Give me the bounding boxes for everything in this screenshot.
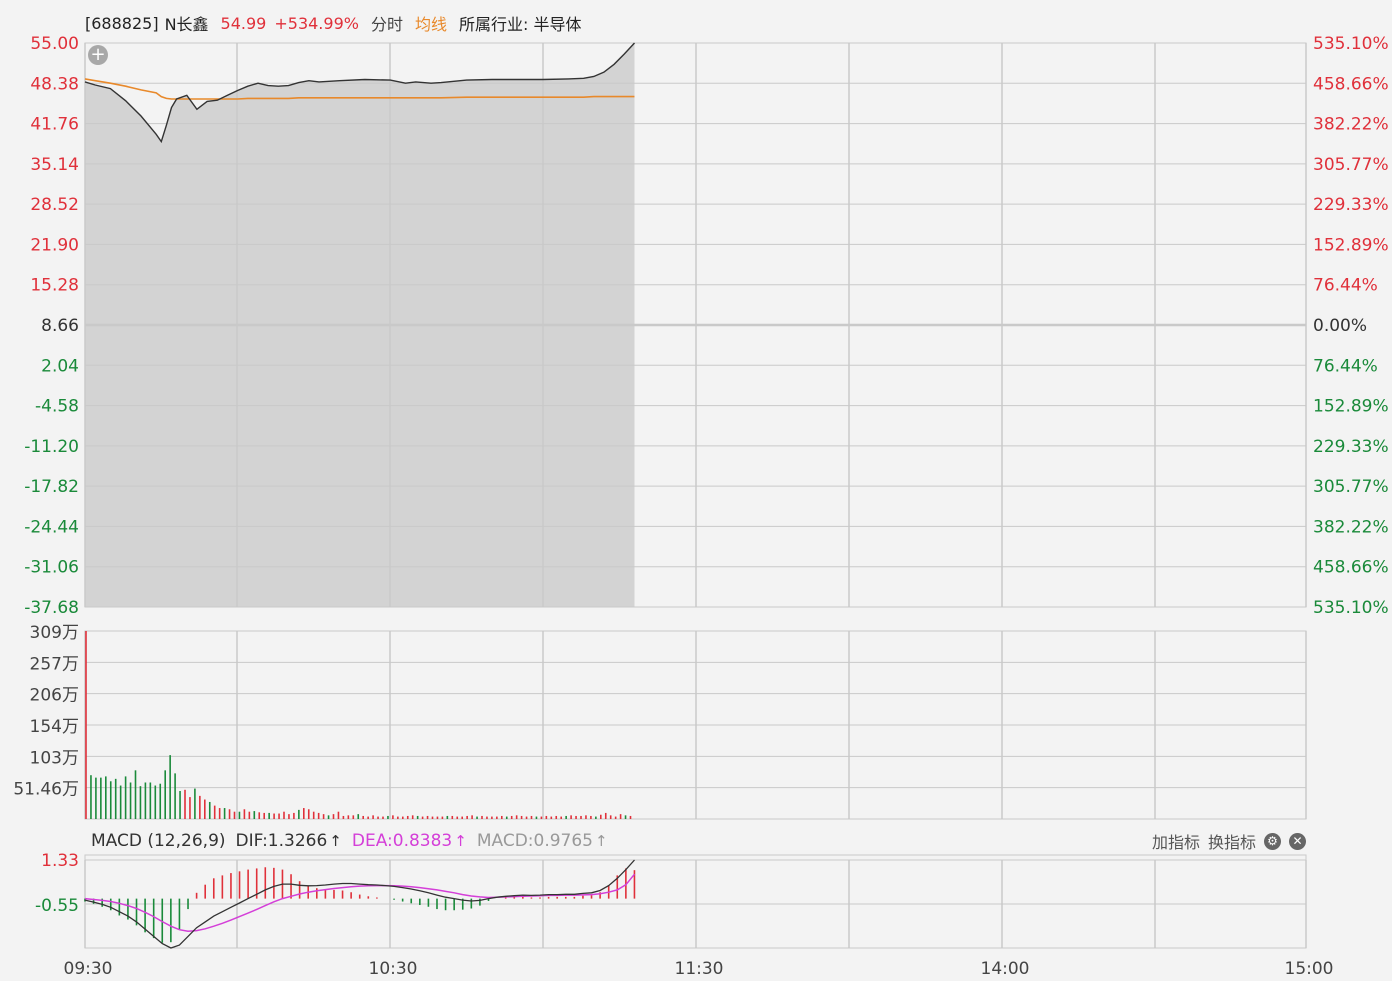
macd-up-arrow: ↑	[595, 832, 608, 850]
avg-line-toggle[interactable]: 均线	[415, 11, 447, 35]
dea-up-arrow: ↑	[454, 832, 467, 850]
chart-header: [688825] N长鑫 54.99 +534.99% 分时 均线 所属行业: …	[85, 11, 581, 35]
macd-title: MACD (12,26,9)	[91, 831, 226, 851]
price-tick-label: 21.90	[30, 235, 79, 255]
indicator-tools: 加指标 换指标 ⚙ ✕	[1152, 829, 1306, 853]
price-tick-label: 55.00	[30, 34, 79, 54]
price-tick-label: -4.58	[35, 397, 79, 417]
volume-tick-label: 206万	[30, 686, 79, 706]
price-tick-label: 8.66	[41, 316, 79, 336]
volume-tick-label: 103万	[30, 748, 79, 768]
gear-icon[interactable]: ⚙	[1264, 832, 1281, 850]
pct-tick-label: 535.10%	[1313, 34, 1389, 54]
dea-text: DEA:0.8383	[351, 831, 453, 851]
close-icon[interactable]: ✕	[1289, 832, 1306, 850]
price-tick-label: 15.28	[30, 276, 79, 296]
time-tick-label: 10:30	[369, 959, 418, 979]
chart-stage: 55.00 48.38 41.76 35.14 28.52 21.90 15.28 8.66 2…	[0, 0, 1392, 981]
macd-value: MACD:0.9765 ↑	[477, 831, 608, 851]
last-price: 54.99	[220, 13, 267, 33]
time-tick-label: 14:00	[981, 959, 1030, 979]
pct-tick-label: 305.77%	[1313, 155, 1389, 175]
price-tick-label: -31.06	[24, 558, 79, 578]
pct-tick-label: 76.44%	[1313, 276, 1378, 296]
macd-tick-label: 1.33	[41, 851, 79, 871]
timeshare-tab[interactable]: 分时	[371, 11, 403, 35]
add-indicator-button[interactable]: 加指标	[1152, 829, 1200, 853]
price-tick-label: 28.52	[30, 195, 79, 215]
macd-tick-label: -0.55	[35, 896, 79, 916]
pct-tick-label: 382.22%	[1313, 115, 1389, 135]
dif-value: DIF:1.3266 ↑	[236, 831, 342, 851]
pct-tick-label: 152.89%	[1313, 235, 1389, 255]
time-tick-label: 15:00	[1285, 959, 1334, 979]
dif-text: DIF:1.3266	[235, 831, 328, 851]
price-tick-label: -11.20	[24, 437, 79, 457]
pct-tick-label: 0.00%	[1313, 316, 1367, 336]
dea-value: DEA:0.8383 ↑	[352, 831, 467, 851]
price-tick-label: -17.82	[24, 477, 79, 497]
macd-header: MACD (12,26,9) DIF:1.3266 ↑ DEA:0.8383 ↑ M…	[91, 829, 608, 853]
price-tick-label: 48.38	[30, 74, 79, 94]
dif-up-arrow: ↑	[329, 832, 342, 850]
time-tick-label: 11:30	[675, 959, 724, 979]
price-tick-label: 35.14	[30, 155, 79, 175]
price-panel	[84, 42, 636, 607]
price-tick-label: 2.04	[41, 356, 79, 376]
stock-name: N长鑫	[164, 15, 209, 34]
volume-tick-label: 154万	[30, 717, 79, 737]
macd-text: MACD:0.9765	[476, 831, 593, 851]
change-percent: +534.99%	[274, 13, 359, 33]
time-tick-label: 09:30	[64, 959, 113, 979]
pct-tick-label: 382.22%	[1313, 517, 1389, 537]
pct-tick-label: 305.77%	[1313, 477, 1389, 497]
pct-tick-label: 535.10%	[1313, 598, 1389, 618]
volume-tick-label: 309万	[30, 623, 79, 643]
pct-tick-label: 152.89%	[1313, 397, 1389, 417]
pct-tick-label: 458.66%	[1313, 558, 1389, 578]
industry-label: 所属行业: 半导体	[458, 15, 582, 34]
pct-tick-label: 458.66%	[1313, 74, 1389, 94]
price-tick-label: -24.44	[24, 517, 79, 537]
pct-tick-label: 229.33%	[1313, 437, 1389, 457]
switch-indicator-button[interactable]: 换指标	[1208, 829, 1256, 853]
price-area-fill	[85, 43, 635, 607]
stock-code: [688825]	[85, 13, 159, 33]
pct-tick-label: 76.44%	[1313, 356, 1378, 376]
pct-tick-label: 229.33%	[1313, 195, 1389, 215]
price-tick-label: 41.76	[30, 115, 79, 135]
price-tick-label: -37.68	[24, 598, 79, 618]
volume-tick-label: 51.46万	[13, 780, 79, 800]
plus-icon[interactable]: +	[88, 45, 108, 65]
volume-tick-label: 257万	[30, 654, 79, 674]
